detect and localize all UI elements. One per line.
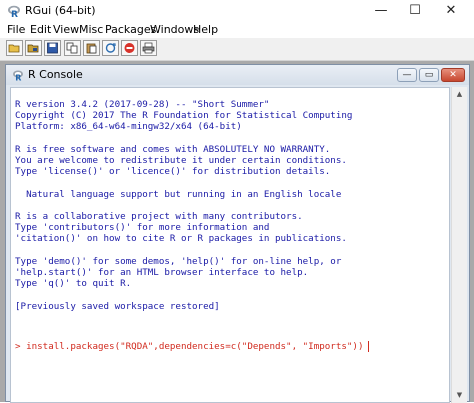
console-output-line: Platform: x86_64-w64-mingw32/x64 (64-bit… <box>15 121 242 133</box>
menu-windows[interactable]: Windows <box>150 23 199 36</box>
scroll-down-arrow-icon[interactable]: ▼ <box>452 388 467 403</box>
close-button[interactable]: ✕ <box>436 0 466 22</box>
open-script-icon <box>8 44 20 53</box>
console-output-line: Type 'contributors()' for more informati… <box>15 222 270 234</box>
console-command: > install.packages("RQDA",dependencies=c… <box>15 341 364 352</box>
console-output-line: Natural language support but running in … <box>15 188 342 200</box>
console-title: R Console <box>28 68 83 81</box>
r-console-window: R R Console — ▭ ✕ R version 3.4.2 (2017-… <box>5 64 470 403</box>
menu-misc[interactable]: Misc <box>79 23 103 36</box>
paste-icon <box>86 43 97 54</box>
console-output-line: 'help.start()' for an HTML browser inter… <box>15 267 309 279</box>
app-title: RGui (64-bit) <box>25 4 96 17</box>
save-workspace-button[interactable] <box>44 40 61 56</box>
copy-paste-button[interactable] <box>102 40 119 56</box>
save-workspace-icon <box>47 42 58 54</box>
r-logo-icon: R <box>13 70 23 82</box>
menu-help[interactable]: Help <box>193 23 218 36</box>
menu-file[interactable]: File <box>7 23 25 36</box>
console-output-line: R is free software and comes with ABSOLU… <box>15 143 331 155</box>
r-logo-icon: R <box>8 5 20 18</box>
text-cursor <box>368 341 370 352</box>
copy-icon <box>66 42 78 54</box>
console-output-line: [Previously saved workspace restored] <box>15 300 220 312</box>
toolbar <box>0 38 474 61</box>
console-output-area[interactable]: R version 3.4.2 (2017-09-28) -- "Short S… <box>10 87 450 403</box>
paste-button[interactable] <box>83 40 100 56</box>
console-minimize-button[interactable]: — <box>397 68 417 82</box>
console-output-line: R is a collaborative project with many c… <box>15 211 303 223</box>
menu-bar: File Edit View Misc Packages Windows Hel… <box>0 22 474 38</box>
app-title-bar: R RGui (64-bit) — ☐ ✕ <box>0 0 474 23</box>
maximize-button[interactable]: ☐ <box>400 0 430 22</box>
console-output-line: You are welcome to redistribute it under… <box>15 155 347 167</box>
console-output-line: Type 'license()' or 'licence()' for dist… <box>15 166 331 178</box>
stop-icon <box>124 43 135 53</box>
console-title-bar: R R Console — ▭ ✕ <box>6 65 469 85</box>
menu-view[interactable]: View <box>53 23 79 36</box>
stop-button[interactable] <box>121 40 138 56</box>
print-icon <box>142 42 155 54</box>
print-button[interactable] <box>140 40 157 56</box>
console-close-button[interactable]: ✕ <box>441 68 465 82</box>
console-maximize-button[interactable]: ▭ <box>419 68 439 82</box>
copy-paste-icon <box>105 43 116 53</box>
console-output-line: R version 3.4.2 (2017-09-28) -- "Short S… <box>15 99 270 110</box>
vertical-scrollbar[interactable]: ▲ ▼ <box>451 87 467 403</box>
svg-text:R: R <box>11 10 18 18</box>
minimize-button[interactable]: — <box>366 0 396 22</box>
copy-button[interactable] <box>64 40 81 56</box>
scroll-up-arrow-icon[interactable]: ▲ <box>452 87 467 102</box>
console-command-line[interactable]: > install.packages("RQDA",dependencies=c… <box>15 341 370 352</box>
console-output-line: Copyright (C) 2017 The R Foundation for … <box>15 110 353 122</box>
svg-text:R: R <box>15 74 21 82</box>
console-output-line: Type 'demo()' for some demos, 'help()' f… <box>15 255 342 267</box>
console-output-line: Type 'q()' to quit R. <box>15 278 132 290</box>
menu-packages[interactable]: Packages <box>105 23 156 36</box>
menu-edit[interactable]: Edit <box>30 23 51 36</box>
load-workspace-icon <box>27 44 39 53</box>
console-output-line: 'citation()' on how to cite R or R packa… <box>15 233 347 245</box>
open-script-button[interactable] <box>6 40 23 56</box>
load-workspace-button[interactable] <box>25 40 42 56</box>
console-output: R version 3.4.2 (2017-09-28) -- "Short S… <box>15 99 352 312</box>
